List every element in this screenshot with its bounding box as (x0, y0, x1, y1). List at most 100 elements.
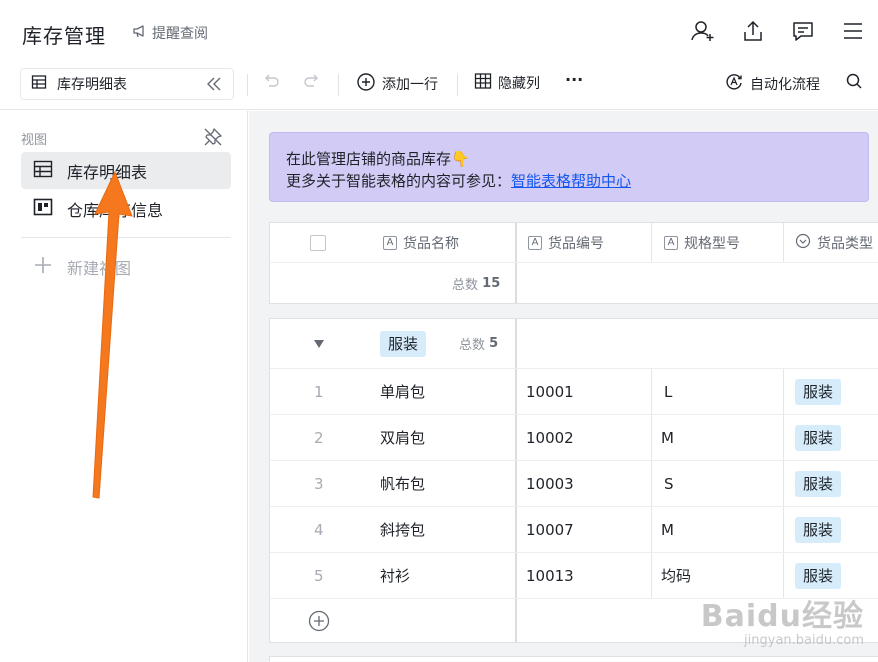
sidebar-divider (21, 237, 231, 238)
notice-line-1: 在此管理店铺的商品库存👇 (286, 150, 470, 168)
cell-name[interactable]: 衬衫 (380, 553, 410, 598)
more-options-button[interactable]: ··· (565, 70, 583, 89)
column-header-spec[interactable]: A 规格型号 (664, 223, 740, 262)
cell-spec[interactable]: 均码 (661, 553, 691, 598)
automation-label: 自动化流程 (750, 77, 820, 93)
help-center-link[interactable]: 智能表格帮助中心 (511, 172, 631, 190)
text-field-icon: A (664, 235, 678, 250)
next-group-card (269, 656, 878, 662)
cell-type[interactable]: 服装 (795, 369, 842, 414)
group-count: 总数 5 (459, 336, 499, 353)
table-row[interactable]: 1 单肩包 10001 L 服装 (270, 369, 878, 415)
group-header-row: 服装 总数 5 (270, 319, 878, 369)
column-header-name[interactable]: A 货品名称 (383, 223, 459, 262)
table-row[interactable]: 3 帆布包 10003 S 服装 (270, 461, 878, 507)
cell-name[interactable]: 帆布包 (380, 461, 425, 506)
megaphone-icon (132, 23, 148, 43)
plus-circle-icon (356, 72, 376, 96)
column-header-type[interactable]: 货品类型 (795, 223, 873, 262)
automation-icon (724, 72, 744, 96)
current-view-selector[interactable]: 库存明细表 (20, 68, 234, 100)
toolbar: 库存明细表 添加一行 隐藏列 ··· 自动化流程 (0, 62, 878, 110)
new-view-label: 新建视图 (67, 259, 132, 278)
cell-code[interactable]: 10001 (526, 369, 574, 414)
remind-label: 提醒查阅 (152, 26, 208, 42)
undo-button[interactable] (263, 72, 281, 94)
search-icon (845, 72, 863, 94)
automation-button[interactable]: 自动化流程 (724, 72, 820, 96)
notice-banner: 在此管理店铺的商品库存👇 更多关于智能表格的内容可参见：智能表格帮助中心 (269, 132, 869, 202)
add-member-icon[interactable] (690, 18, 716, 44)
cell-name[interactable]: 双肩包 (380, 415, 425, 460)
sidebar-item-warehouse-info[interactable]: 仓库库存信息 (21, 190, 231, 227)
table-row[interactable]: 2 双肩包 10002 M 服装 (270, 415, 878, 461)
share-icon[interactable] (740, 18, 766, 44)
add-row-button[interactable]: 添加一行 (356, 72, 438, 96)
table-row[interactable]: 4 斜挎包 10007 M 服装 (270, 507, 878, 553)
add-record-button[interactable] (308, 599, 330, 643)
cell-code[interactable]: 10007 (526, 507, 574, 552)
row-number: 1 (314, 382, 324, 401)
cell-code[interactable]: 10013 (526, 553, 574, 598)
cell-spec[interactable]: S (664, 461, 674, 506)
table-header-row: A 货品名称 A 货品编号 A 规格型号 货品类型 (270, 223, 878, 263)
table-total-row: 总数 15 (270, 263, 878, 303)
text-field-icon: A (528, 235, 542, 250)
comment-icon[interactable] (790, 18, 816, 44)
cell-code[interactable]: 10002 (526, 415, 574, 460)
cell-name[interactable]: 斜挎包 (380, 507, 425, 552)
cell-spec[interactable]: M (661, 507, 674, 552)
search-button[interactable] (845, 72, 863, 94)
cell-type[interactable]: 服装 (795, 461, 842, 506)
plus-icon (33, 255, 53, 279)
table-header-card: A 货品名称 A 货品编号 A 规格型号 货品类型 总数 15 (269, 222, 878, 304)
hide-columns-button[interactable]: 隐藏列 (474, 72, 540, 94)
pointing-down-emoji-icon: 👇 (451, 150, 470, 168)
hide-columns-label: 隐藏列 (498, 76, 540, 92)
app-title: 库存管理 (22, 24, 106, 48)
top-bar: 库存管理 提醒查阅 (0, 0, 878, 62)
column-header-code[interactable]: A 货品编号 (528, 223, 604, 262)
toolbar-divider (338, 74, 339, 96)
select-all-checkbox[interactable] (310, 223, 326, 262)
cell-type[interactable]: 服装 (795, 507, 842, 552)
undo-icon (263, 72, 281, 94)
cell-name[interactable]: 单肩包 (380, 369, 425, 414)
main-content: 在此管理店铺的商品库存👇 更多关于智能表格的内容可参见：智能表格帮助中心 A 货… (249, 111, 878, 662)
kanban-view-icon (33, 198, 53, 220)
cell-type[interactable]: 服装 (795, 415, 842, 460)
current-view-name: 库存明细表 (57, 77, 127, 93)
group-collapse-toggle[interactable] (314, 319, 324, 368)
triangle-down-icon (314, 339, 324, 348)
group-tag: 服装 (380, 319, 427, 368)
row-number: 4 (314, 520, 324, 539)
watermark: Baidu经验 jingyan.baidu.com (701, 591, 864, 648)
redo-icon (302, 72, 320, 94)
table-columns-icon (474, 72, 492, 94)
add-row-label: 添加一行 (382, 77, 438, 93)
new-view-button[interactable]: 新建视图 (21, 255, 131, 279)
grid-view-icon (33, 160, 53, 182)
unpin-icon[interactable] (203, 127, 223, 151)
row-number: 3 (314, 474, 324, 493)
toolbar-divider (457, 74, 458, 96)
sidebar-item-inventory-detail[interactable]: 库存明细表 (21, 152, 231, 189)
collapse-sidebar-icon[interactable] (205, 75, 223, 97)
views-sidebar: 视图 库存明细表 仓库库存信息 新建视图 (0, 111, 248, 662)
notice-line-2: 更多关于智能表格的内容可参见：智能表格帮助中心 (286, 172, 632, 190)
redo-button[interactable] (302, 72, 320, 94)
menu-icon[interactable] (840, 18, 866, 44)
cell-code[interactable]: 10003 (526, 461, 574, 506)
plus-circle-icon (308, 610, 330, 632)
grid-view-icon (31, 74, 47, 94)
remind-button[interactable]: 提醒查阅 (132, 23, 208, 43)
row-number: 2 (314, 428, 324, 447)
row-number: 5 (314, 566, 324, 585)
cell-spec[interactable]: M (661, 415, 674, 460)
cell-spec[interactable]: L (664, 369, 672, 414)
toolbar-divider (247, 74, 248, 96)
total-count: 总数 15 (452, 275, 501, 293)
views-section-label: 视图 (21, 133, 48, 148)
text-field-icon: A (383, 235, 397, 250)
watermark-brand: Baidu经验 (700, 599, 864, 634)
